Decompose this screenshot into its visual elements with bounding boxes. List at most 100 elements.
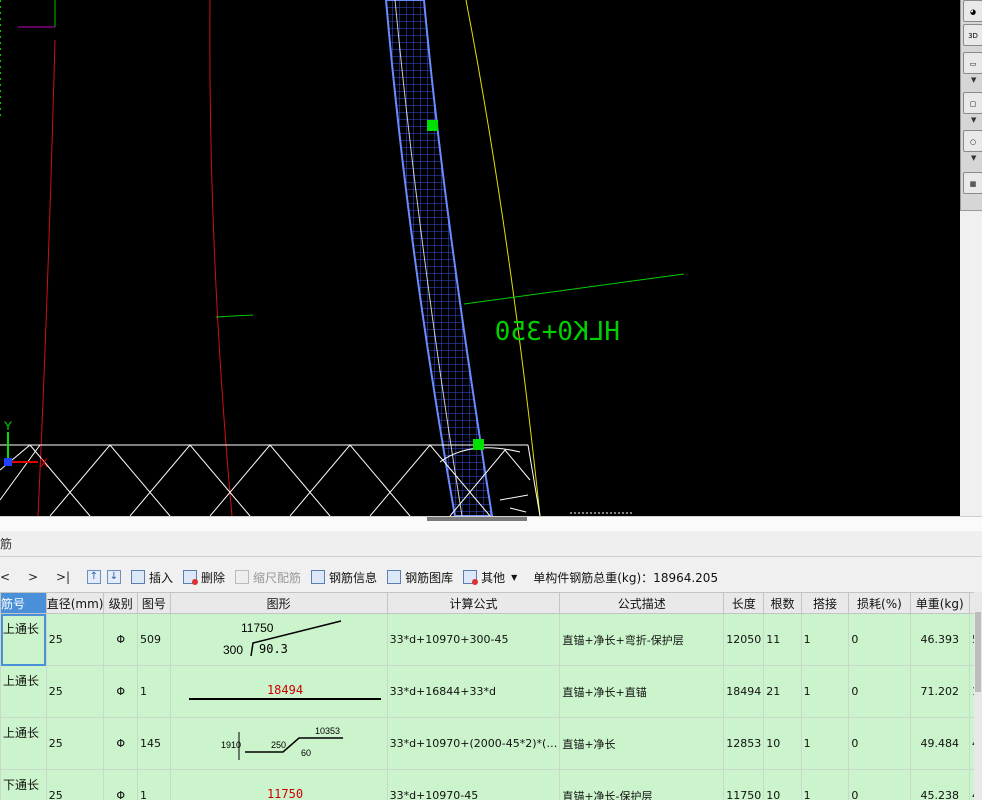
length-cell[interactable]: 18494 <box>723 665 765 718</box>
rebar-name-cell[interactable]: 上通长 <box>0 665 47 718</box>
splitter-grip[interactable] <box>427 517 527 521</box>
col-header[interactable]: 直径(mm) <box>45 592 105 614</box>
rebar-name-cell[interactable]: 上通长 <box>0 613 47 666</box>
panel-splitter[interactable] <box>0 516 982 531</box>
rebar-info-button[interactable]: 钢筋信息 <box>311 566 377 588</box>
description-cell[interactable]: 直锚+净长-保护层 <box>559 769 725 800</box>
delete-button[interactable]: 删除 <box>183 566 225 588</box>
mesh-strip <box>384 0 494 516</box>
formula-cell[interactable]: 33*d+10970+(2000-45*2)*(… <box>386 717 561 770</box>
col-header[interactable]: 筋号 <box>0 592 47 614</box>
rebar-library-button[interactable]: 钢筋图库 <box>387 566 453 588</box>
red-curve-mid <box>209 0 233 516</box>
description-cell[interactable]: 直锚+净长 <box>559 717 725 770</box>
box-view-button[interactable]: ▢ <box>963 92 982 114</box>
nav-prev-button[interactable]: > <box>28 566 46 588</box>
weight-cell[interactable]: 49.484 <box>909 717 970 770</box>
move-up-button[interactable]: ↑ <box>87 570 101 584</box>
lap-cell[interactable]: 1 <box>800 769 850 800</box>
plan-view-button[interactable]: ▭ <box>963 52 982 74</box>
weight-cell[interactable]: 45.238 <box>909 769 970 800</box>
chevron-down-icon[interactable]: ▼ <box>971 154 976 162</box>
table-row[interactable]: 上通长 25 Φ 509 11750 300 90.3 33*d+10970+3… <box>0 613 982 666</box>
straight-bar-shape: 18494 <box>188 683 381 700</box>
count-cell[interactable]: 11 <box>763 613 802 666</box>
fig-number-cell[interactable]: 1 <box>137 769 171 800</box>
col-header[interactable]: 长度 <box>723 592 765 614</box>
svg-text:10353: 10353 <box>315 726 340 736</box>
chevron-down-icon[interactable]: ▼ <box>971 76 976 84</box>
shape-cell[interactable]: 11750 <box>169 769 388 800</box>
sphere-view-button[interactable]: ◕ <box>963 0 982 22</box>
col-header[interactable]: 搭接 <box>800 592 850 614</box>
fig-number-cell[interactable]: 509 <box>137 613 171 666</box>
description-cell[interactable]: 直锚+净长+直锚 <box>559 665 725 718</box>
grade-cell[interactable]: Φ <box>103 665 139 718</box>
description-cell[interactable]: 直锚+净长+弯折-保护层 <box>559 613 725 666</box>
table-row[interactable]: 下通长 25 Φ 1 11750 33*d+10970-45 直锚+净长-保护层… <box>0 769 982 800</box>
loss-cell[interactable]: 0 <box>848 665 911 718</box>
table-row[interactable]: 上通长 25 Φ 1 18494 33*d+16844+33*d 直锚+净长+直… <box>0 665 982 718</box>
fig-number-cell[interactable]: 145 <box>137 717 171 770</box>
nav-first-button[interactable]: < <box>0 566 18 588</box>
scrollbar-thumb[interactable] <box>975 612 981 692</box>
cad-viewport[interactable]: Y X HLK0+350 <box>0 0 960 516</box>
rebar-name-cell[interactable]: 上通长 <box>0 717 47 770</box>
other-menu-button[interactable]: 其他 ▼ <box>463 566 517 588</box>
weight-cell[interactable]: 71.202 <box>909 665 970 718</box>
grid-view-button[interactable]: ▦ <box>963 172 982 194</box>
diameter-cell[interactable]: 25 <box>45 717 105 770</box>
library-icon <box>387 570 402 584</box>
col-header[interactable]: 根数 <box>763 592 802 614</box>
count-cell[interactable]: 21 <box>763 665 802 718</box>
weight-cell[interactable]: 46.393 <box>909 613 970 666</box>
col-header[interactable]: 单重(kg) <box>909 592 970 614</box>
move-down-button[interactable]: ↓ <box>107 570 121 584</box>
3d-icon: 3D <box>968 32 978 40</box>
formula-cell[interactable]: 33*d+16844+33*d <box>386 665 561 718</box>
grip-handle-bottom[interactable] <box>473 439 484 450</box>
scale-rebar-button[interactable]: 缩尺配筋 <box>235 566 301 588</box>
col-header[interactable]: 图号 <box>137 592 171 614</box>
col-header[interactable]: 公式描述 <box>559 592 725 614</box>
loss-cell[interactable]: 0 <box>848 717 911 770</box>
loss-cell[interactable]: 0 <box>848 769 911 800</box>
length-cell[interactable]: 11750 <box>723 769 765 800</box>
col-header[interactable]: 计算公式 <box>386 592 561 614</box>
shape-cell[interactable]: 1910 250 10353 60 <box>169 717 388 770</box>
insert-button[interactable]: 插入 <box>131 566 173 588</box>
3d-view-button[interactable]: 3D <box>963 24 982 46</box>
shape-cell[interactable]: 18494 <box>169 665 388 718</box>
lap-cell[interactable]: 1 <box>800 613 850 666</box>
loss-cell[interactable]: 0 <box>848 613 911 666</box>
grip-handle-top[interactable] <box>427 120 438 131</box>
diameter-cell[interactable]: 25 <box>45 769 105 800</box>
chevron-down-icon: ▼ <box>511 572 518 582</box>
circle-view-button[interactable]: ○ <box>963 130 982 152</box>
table-row[interactable]: 上通长 25 Φ 145 1910 250 10353 60 33*d+1097… <box>0 717 982 770</box>
length-cell[interactable]: 12853 <box>723 717 765 770</box>
col-header[interactable]: 级别 <box>103 592 139 614</box>
table-scrollbar[interactable] <box>974 592 982 800</box>
diameter-cell[interactable]: 25 <box>45 613 105 666</box>
formula-cell[interactable]: 33*d+10970+300-45 <box>386 613 561 666</box>
chevron-down-icon[interactable]: ▼ <box>971 116 976 124</box>
svg-text:60: 60 <box>301 748 311 758</box>
fig-number-cell[interactable]: 1 <box>137 665 171 718</box>
grade-cell[interactable]: Φ <box>103 769 139 800</box>
nav-last-button[interactable]: >| <box>56 566 74 588</box>
rebar-name-cell[interactable]: 下通长 <box>0 769 47 800</box>
lap-cell[interactable]: 1 <box>800 717 850 770</box>
length-cell[interactable]: 12050 <box>723 613 765 666</box>
grade-cell[interactable]: Φ <box>103 717 139 770</box>
count-cell[interactable]: 10 <box>763 769 802 800</box>
diameter-cell[interactable]: 25 <box>45 665 105 718</box>
count-cell[interactable]: 10 <box>763 717 802 770</box>
grade-cell[interactable]: Φ <box>103 613 139 666</box>
shape-cell[interactable]: 11750 300 90.3 <box>169 613 388 666</box>
station-line <box>463 273 685 305</box>
col-header[interactable]: 图形 <box>169 592 388 614</box>
col-header[interactable]: 损耗(%) <box>848 592 911 614</box>
lap-cell[interactable]: 1 <box>800 665 850 718</box>
formula-cell[interactable]: 33*d+10970-45 <box>386 769 561 800</box>
